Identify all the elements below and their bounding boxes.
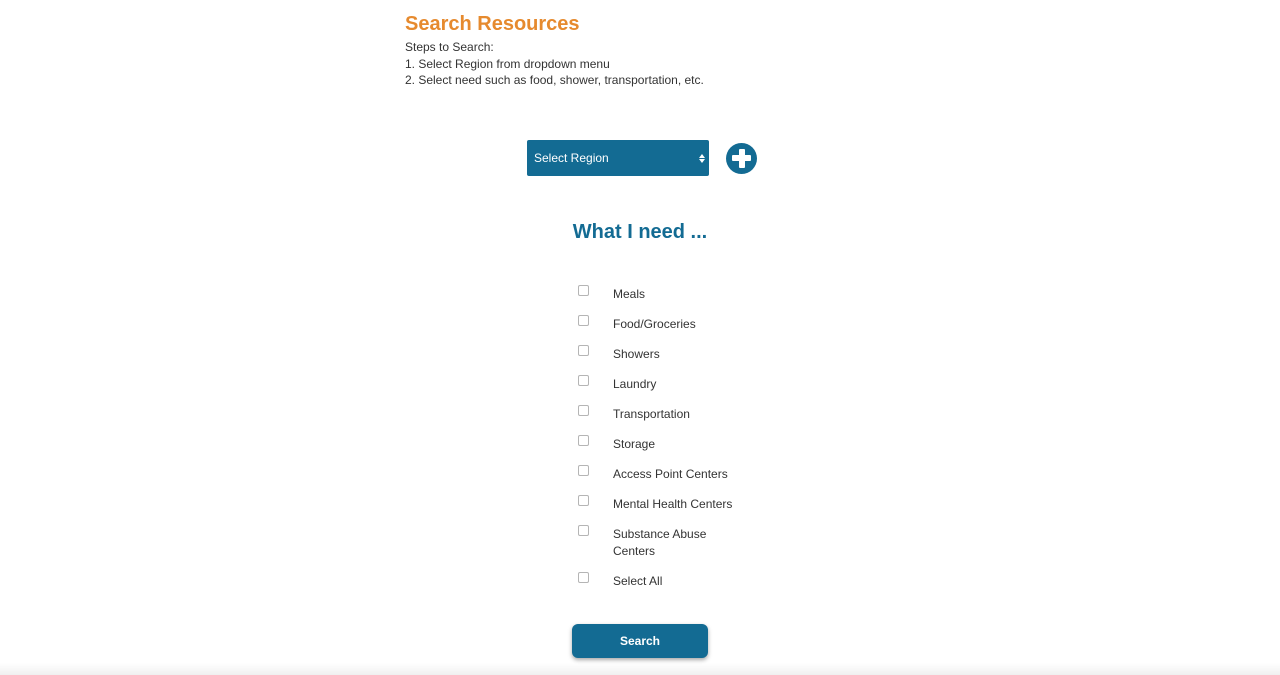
need-label: Select All xyxy=(613,574,663,588)
need-label: Access Point Centers xyxy=(613,467,728,481)
search-button[interactable]: Search xyxy=(572,624,708,658)
page-title: Search Resources xyxy=(405,13,580,35)
step-2: 2. Select need such as food, shower, tra… xyxy=(405,73,704,87)
need-item-substance-abuse-centers[interactable]: Substance Abuse Centers xyxy=(577,525,747,560)
access-point-centers-checkbox[interactable] xyxy=(578,465,589,476)
add-region-button[interactable] xyxy=(726,142,757,174)
need-label: Food/Groceries xyxy=(613,317,696,331)
food-groceries-checkbox[interactable] xyxy=(578,315,589,326)
step-1: 1. Select Region from dropdown menu xyxy=(405,56,610,71)
transportation-checkbox[interactable] xyxy=(578,405,589,416)
region-select[interactable]: Select Region xyxy=(527,140,709,176)
region-select-value: Select Region xyxy=(534,151,609,165)
need-item-access-point-centers[interactable]: Access Point Centers xyxy=(577,465,747,483)
page-bottom-shadow xyxy=(0,663,1280,675)
need-label: Transportation xyxy=(613,407,690,421)
sort-arrows-icon xyxy=(699,153,705,163)
need-item-food-groceries[interactable]: Food/Groceries xyxy=(577,315,747,333)
needs-title: What I need ... xyxy=(572,221,708,243)
storage-checkbox[interactable] xyxy=(578,435,589,446)
need-label: Meals xyxy=(613,287,646,301)
need-item-select-all[interactable]: Select All xyxy=(577,572,747,590)
need-item-showers[interactable]: Showers xyxy=(577,345,747,363)
need-label: Storage xyxy=(613,437,656,451)
search-resources-page: Search Resources Steps to Search: 1. Sel… xyxy=(0,0,1280,675)
laundry-checkbox[interactable] xyxy=(578,375,589,386)
need-item-transportation[interactable]: Transportation xyxy=(577,405,747,423)
region-row: Select Region xyxy=(527,140,757,176)
need-item-storage[interactable]: Storage xyxy=(577,435,747,453)
need-label: Mental Health Centers xyxy=(613,497,733,511)
steps-list: Steps to Search: 1. Select Region from d… xyxy=(405,39,704,89)
substance-abuse-centers-checkbox[interactable] xyxy=(578,525,589,536)
steps-heading: Steps to Search: xyxy=(405,40,494,54)
showers-checkbox[interactable] xyxy=(578,345,589,356)
need-label: Showers xyxy=(613,347,660,361)
need-label: Substance Abuse Centers xyxy=(613,527,707,558)
need-item-laundry[interactable]: Laundry xyxy=(577,375,747,393)
need-item-mental-health-centers[interactable]: Mental Health Centers xyxy=(577,495,747,513)
select-all-checkbox[interactable] xyxy=(578,572,589,583)
mental-health-centers-checkbox[interactable] xyxy=(578,495,589,506)
need-label: Laundry xyxy=(613,377,657,391)
meals-checkbox[interactable] xyxy=(578,285,589,296)
instructions-block: Search Resources Steps to Search: 1. Sel… xyxy=(405,11,704,89)
needs-checklist: Meals Food/Groceries Showers Laundry Tra… xyxy=(577,285,747,602)
need-item-meals[interactable]: Meals xyxy=(577,285,747,303)
